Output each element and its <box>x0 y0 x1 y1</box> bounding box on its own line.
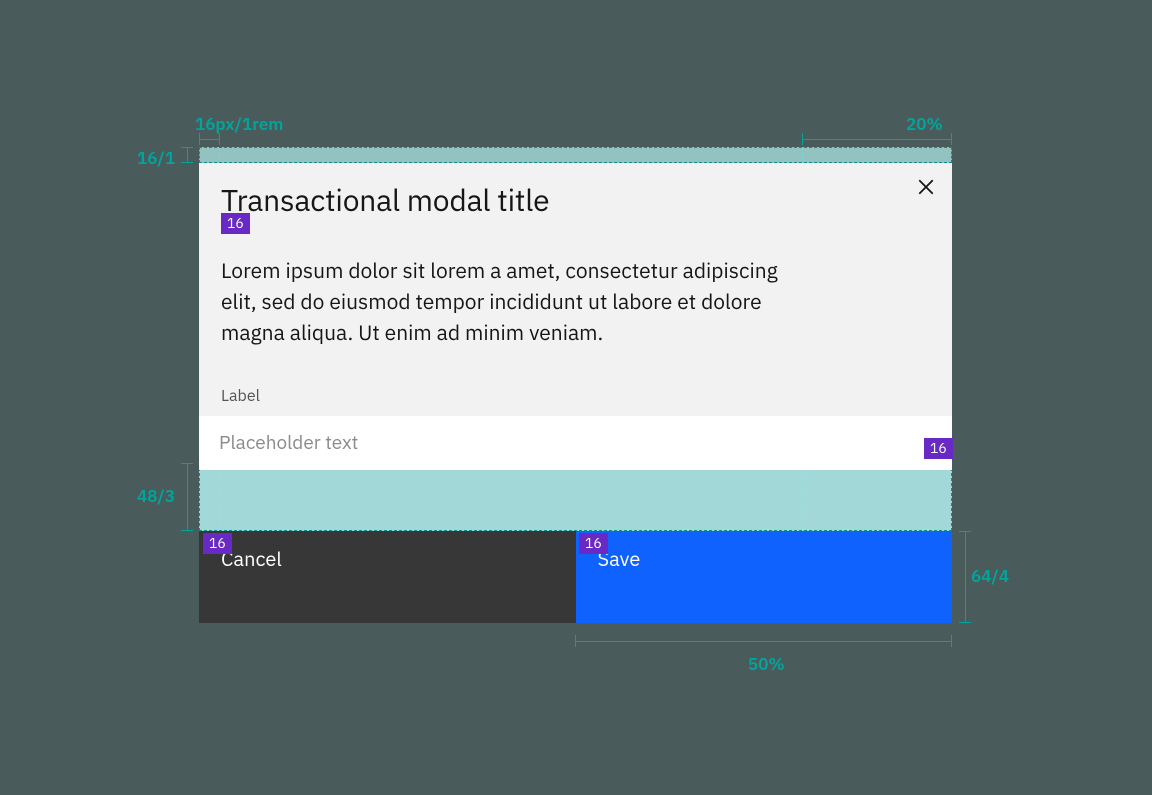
px-badge-cancel: 16 <box>203 533 232 554</box>
top-padding-highlight <box>199 147 952 163</box>
ruler-top-left <box>199 133 220 145</box>
modal-title: Transactional modal title <box>221 183 936 219</box>
ruler-right-64 <box>959 531 971 623</box>
save-button[interactable]: Save <box>576 531 953 623</box>
anno-top-left: 16px/1rem <box>195 113 283 135</box>
text-input[interactable]: Placeholder text <box>199 416 952 470</box>
px-badge-save: 16 <box>579 533 608 554</box>
px-badge-input-right: 16 <box>924 438 953 459</box>
modal-footer: Cancel Save <box>199 531 952 623</box>
anno-bottom-50: 50% <box>748 653 785 675</box>
close-button[interactable] <box>914 177 938 201</box>
input-placeholder: Placeholder text <box>219 431 358 455</box>
close-icon <box>917 178 935 201</box>
ruler-left-48 <box>181 463 193 531</box>
bottom-gap-highlight <box>199 463 952 531</box>
anno-left-48: 48/3 <box>137 485 175 507</box>
input-label: Label <box>221 386 936 406</box>
anno-left-16: 16/1 <box>137 147 175 169</box>
anno-top-right: 20% <box>906 113 943 135</box>
modal-body-text: Lorem ipsum dolor sit lorem a amet, cons… <box>221 255 811 348</box>
px-badge-under-title: 16 <box>221 213 250 234</box>
anno-right-64: 64/4 <box>971 565 1009 587</box>
modal-card: Transactional modal title Lorem ipsum do… <box>199 163 952 463</box>
ruler-top-right <box>802 133 952 145</box>
cancel-button[interactable]: Cancel <box>199 531 576 623</box>
ruler-left-16 <box>181 147 193 163</box>
ruler-bottom-50 <box>575 635 952 647</box>
